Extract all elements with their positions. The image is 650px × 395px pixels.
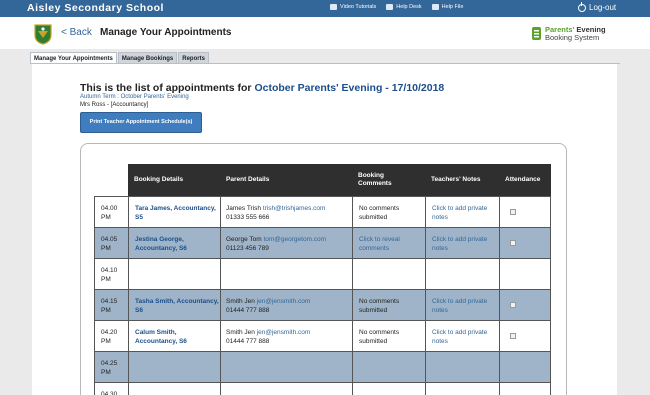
page-title: Manage Your Appointments: [100, 27, 232, 38]
booking-comments: [352, 383, 425, 395]
help-file-icon: [431, 4, 439, 10]
booking-comments[interactable]: Click to reveal comments: [352, 228, 425, 258]
term-line: Autumn Term : October Parents' Evening: [80, 94, 189, 100]
brand-logo: Parents' Evening Booking System: [531, 25, 606, 42]
header-booking-details: Booking Details: [134, 176, 184, 183]
attendance-cell: [499, 259, 551, 289]
time-cell: 04.25 PM: [94, 352, 128, 382]
header-parent-details: Parent Details: [226, 176, 270, 183]
parent-email[interactable]: trish@trishjames.com: [263, 205, 326, 212]
parent-details: Smith Jen jen@jensmith.com 01444 777 888: [220, 290, 352, 320]
video-tutorials-label: Video Tutorials: [340, 4, 377, 10]
top-bar: Aisley Secondary School Video Tutorials …: [0, 0, 650, 17]
table-row: 04.10 PM: [94, 258, 551, 289]
add-private-notes-link[interactable]: Click to add private notes: [425, 228, 499, 258]
header: < Back Manage Your Appointments Parents'…: [0, 17, 650, 49]
table-row: 04.05 PM Jestina George, Accountancy, S6 Ge…: [94, 227, 551, 258]
table-row: 04.00 PM Tara James, Accountancy, S5 James …: [94, 196, 551, 227]
parent-details: Smith Jen jen@jensmith.com 01444 777 888: [220, 321, 352, 351]
help-desk-label: Help Desk: [396, 4, 422, 10]
add-private-notes-link: [425, 383, 499, 395]
attendance-cell: [499, 352, 551, 382]
booking-details: [128, 352, 220, 382]
booking-details[interactable]: Calum Smith, Accountancy, S6: [128, 321, 220, 351]
booking-details[interactable]: Tasha Smith, Accountancy, S6: [128, 290, 220, 320]
logout-label: Log-out: [589, 3, 617, 12]
video-icon: [330, 4, 337, 10]
parent-details: James Trish trish@trishjames.com 01333 55…: [220, 197, 352, 227]
parent-phone: 01333 555 666: [226, 214, 270, 221]
event-name: October Parents' Evening - 17/10/2018: [254, 82, 445, 94]
back-link[interactable]: < Back: [61, 27, 92, 38]
table-row: 04.15 PM Tasha Smith, Accountancy, S6 Smith…: [94, 289, 551, 320]
time-cell: 04.20 PM: [94, 321, 128, 351]
attendance-cell: [499, 228, 551, 258]
header-attendance: Attendance: [505, 176, 541, 183]
school-crest-icon: [34, 24, 52, 45]
parent-details: [220, 383, 352, 395]
time-cell: 04.00 PM: [94, 197, 128, 227]
table-row: 04.20 PM Calum Smith, Accountancy, S6 Smith…: [94, 320, 551, 351]
header-teachers-notes: Teachers' Notes: [431, 176, 481, 183]
teacher-line: Mrs Ross - [Accountancy]: [80, 102, 149, 108]
booking-comments: [352, 259, 425, 289]
help-desk-icon: [386, 4, 394, 10]
logout-button[interactable]: Log-out: [578, 1, 617, 12]
booking-details[interactable]: Jestina George, Accountancy, S6: [128, 228, 220, 258]
booking-comments: No comments submitted: [352, 197, 425, 227]
add-private-notes-link[interactable]: Click to add private notes: [425, 290, 499, 320]
power-icon: [578, 1, 586, 12]
add-private-notes-link[interactable]: Click to add private notes: [425, 197, 499, 227]
attendance-cell: [499, 290, 551, 320]
parent-details: George Tom tom@georgetom.com 01123 456 78…: [220, 228, 352, 258]
booking-details: [128, 259, 220, 289]
booking-comments: No comments submitted: [352, 321, 425, 351]
parent-details: [220, 352, 352, 382]
attendance-checkbox[interactable]: [510, 240, 516, 246]
add-private-notes-link: [425, 352, 499, 382]
parent-email[interactable]: tom@georgetom.com: [263, 236, 326, 243]
parent-phone: 01123 456 789: [226, 245, 269, 252]
attendance-cell: [499, 197, 551, 227]
time-cell: 04.30PM: [94, 383, 128, 395]
table-row: 04.25 PM: [94, 351, 551, 382]
time-cell: 04.05 PM: [94, 228, 128, 258]
parent-details: [220, 259, 352, 289]
parent-name: George Tom: [226, 236, 262, 243]
parent-email[interactable]: jen@jensmith.com: [257, 298, 311, 305]
add-private-notes-link: [425, 259, 499, 289]
parent-name: James Trish: [226, 205, 262, 212]
booking-details[interactable]: Tara James, Accountancy, S5: [128, 197, 220, 227]
time-cell: 04.10 PM: [94, 259, 128, 289]
parent-name: Smith Jen: [226, 329, 255, 336]
brand-subtitle: Booking System: [545, 32, 600, 42]
attendance-checkbox[interactable]: [510, 302, 516, 308]
print-schedule-button[interactable]: Print Teacher Appointment Schedule(s): [80, 112, 202, 133]
parent-email[interactable]: jen@jensmith.com: [257, 329, 311, 336]
help-file-link[interactable]: Help File: [431, 4, 464, 10]
booking-details: [128, 383, 220, 395]
add-private-notes-link[interactable]: Click to add private notes: [425, 321, 499, 351]
list-title-prefix: This is the list of appointments for: [80, 82, 252, 94]
help-file-label: Help File: [441, 4, 464, 10]
attendance-checkbox[interactable]: [510, 209, 516, 215]
booking-comments: No comments submitted: [352, 290, 425, 320]
help-desk-link[interactable]: Help Desk: [386, 4, 422, 10]
header-booking-comments: Booking Comments: [358, 172, 392, 187]
video-tutorials-link[interactable]: Video Tutorials: [330, 4, 376, 10]
attendance-cell: [499, 321, 551, 351]
attendance-cell: [499, 383, 551, 395]
list-title: This is the list of appointments for Oct…: [80, 82, 444, 94]
table-header: Booking Details Parent Details Booking C…: [128, 164, 551, 196]
top-links: Video Tutorials Help Desk Help File: [330, 4, 463, 10]
brand-logo-icon: [532, 27, 541, 40]
booking-comments: [352, 352, 425, 382]
attendance-checkbox[interactable]: [510, 333, 516, 339]
school-name: Aisley Secondary School: [27, 2, 164, 14]
parent-phone: 01444 777 888: [226, 307, 270, 314]
parent-phone: 01444 777 888: [226, 338, 270, 345]
parent-name: Smith Jen: [226, 298, 255, 305]
table-row: 04.30PM: [94, 382, 551, 395]
time-cell: 04.15 PM: [94, 290, 128, 320]
